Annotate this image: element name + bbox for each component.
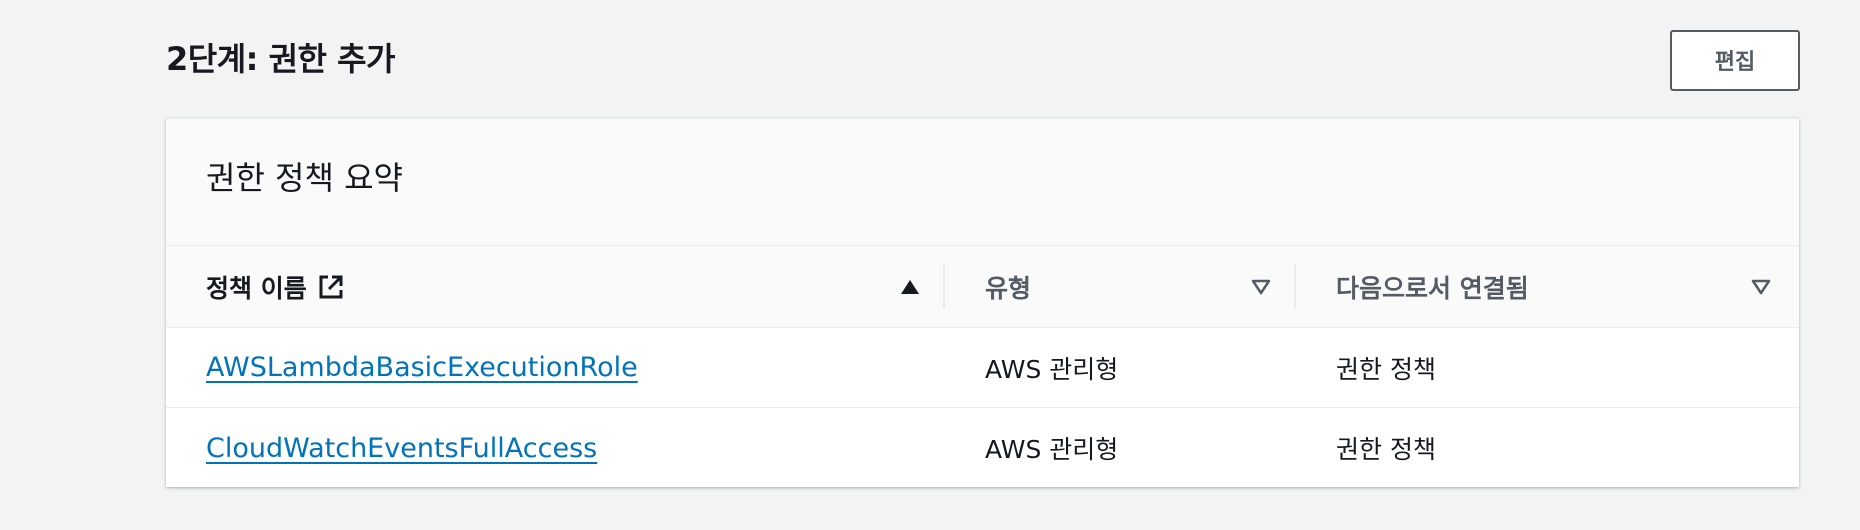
- attached-as-cell: 권한 정책: [1336, 354, 1436, 384]
- column-label-policy-name: 정책 이름: [206, 273, 307, 303]
- sort-descending-icon[interactable]: [1751, 278, 1771, 296]
- column-label-type: 유형: [985, 273, 1032, 303]
- step-title: 2단계: 권한 추가: [166, 40, 395, 78]
- policy-link[interactable]: AWSLambdaBasicExecutionRole: [206, 352, 638, 383]
- panel-title: 권한 정책 요약: [206, 159, 403, 197]
- sort-ascending-icon[interactable]: [900, 278, 920, 296]
- policy-name-cell: CloudWatchEventsFullAccess: [166, 433, 945, 464]
- permissions-summary-panel: 권한 정책 요약 정책 이름 유형 다음으로서 연결됨 AWSLambdaBas…: [166, 118, 1799, 487]
- column-label-attached-as: 다음으로서 연결됨: [1336, 273, 1529, 303]
- policy-type-cell: AWS 관리형: [985, 435, 1119, 464]
- edit-button[interactable]: 편집: [1670, 29, 1800, 91]
- table-row: CloudWatchEventsFullAccess AWS 관리형 권한 정책: [166, 408, 1799, 488]
- column-header-policy-name[interactable]: 정책 이름: [166, 246, 945, 327]
- external-link-icon[interactable]: [317, 273, 345, 301]
- table-header: 정책 이름 유형 다음으로서 연결됨: [166, 246, 1799, 328]
- sort-descending-icon[interactable]: [1251, 278, 1271, 296]
- table-row: AWSLambdaBasicExecutionRole AWS 관리형 권한 정…: [166, 328, 1799, 408]
- column-header-type[interactable]: 유형: [945, 246, 1296, 327]
- attached-as-cell: 권한 정책: [1336, 435, 1436, 464]
- policy-name-cell: AWSLambdaBasicExecutionRole: [166, 352, 945, 383]
- step-header: 2단계: 권한 추가 편집: [166, 28, 1800, 92]
- policy-link[interactable]: CloudWatchEventsFullAccess: [206, 433, 597, 464]
- panel-header: 권한 정책 요약: [166, 119, 1799, 246]
- policy-type-cell: AWS 관리형: [985, 354, 1119, 384]
- column-header-attached-as[interactable]: 다음으로서 연결됨: [1296, 246, 1799, 327]
